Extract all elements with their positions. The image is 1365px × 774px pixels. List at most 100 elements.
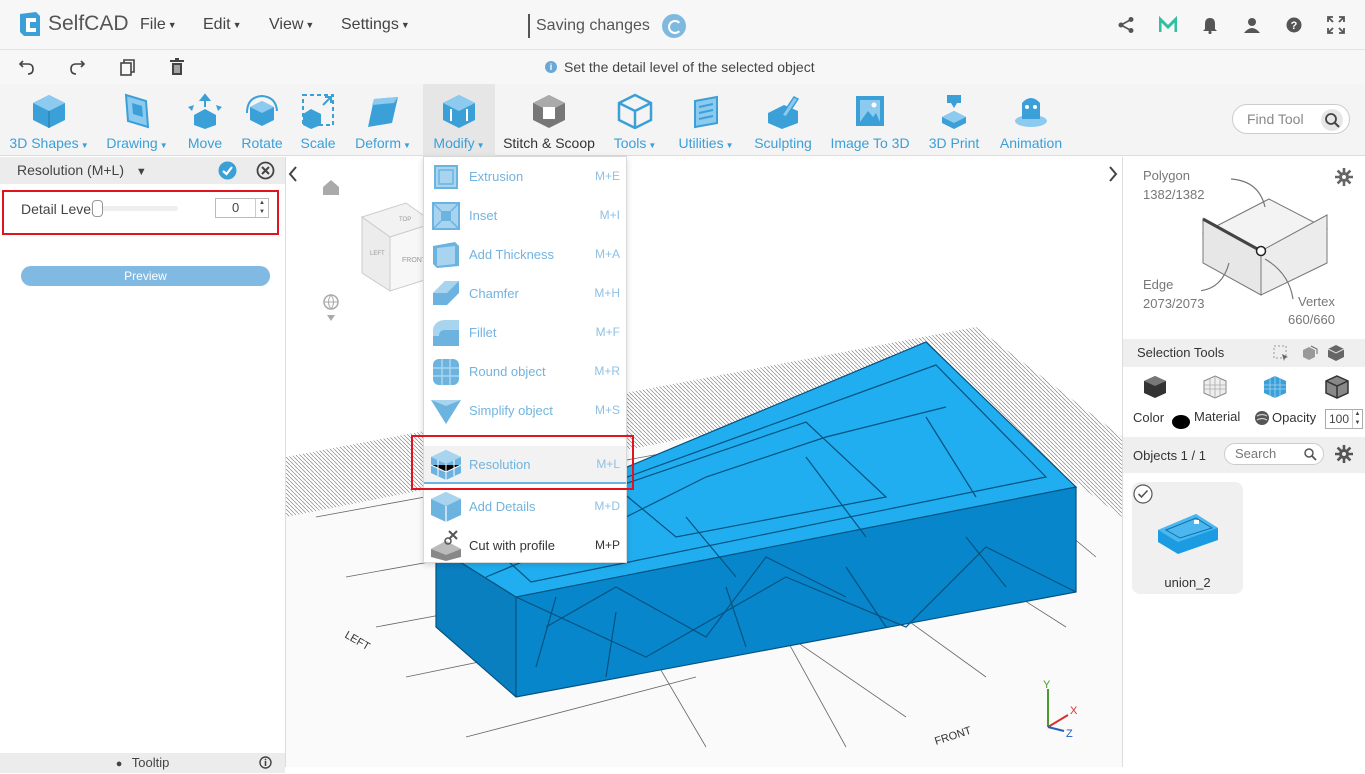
menu-item-shortcut: M+R xyxy=(594,364,620,378)
tool-image-to-3d[interactable]: Image To 3D xyxy=(829,84,911,156)
detail-level-slider-thumb[interactable] xyxy=(92,200,103,217)
model-window-cutout xyxy=(828,253,868,302)
search-icon[interactable] xyxy=(1303,447,1317,461)
menu-item-simplify-object[interactable]: Simplify object M+S xyxy=(424,391,626,429)
user-icon[interactable] xyxy=(1241,14,1263,36)
preview-button[interactable]: Preview xyxy=(21,266,270,286)
bell-icon[interactable] xyxy=(1199,14,1221,36)
menu-item-extrusion[interactable]: Extrusion M+E xyxy=(424,157,626,195)
object-mode-icon[interactable] xyxy=(1143,375,1167,399)
confirm-icon[interactable] xyxy=(218,161,237,180)
objects-settings-icon[interactable] xyxy=(1335,445,1353,463)
detail-level-slider[interactable] xyxy=(96,206,178,211)
tooltip-info-icon[interactable] xyxy=(259,756,272,769)
menu-item-shortcut: M+H xyxy=(594,286,620,300)
add-thickness-icon xyxy=(433,242,459,268)
top-right-icons: ? xyxy=(1115,14,1347,36)
tool-rotate[interactable]: Rotate xyxy=(241,84,283,156)
tool-tools[interactable]: Tools ▼ xyxy=(612,84,658,156)
material-sphere-icon[interactable] xyxy=(1254,410,1270,426)
tool-scale[interactable]: Scale xyxy=(300,84,336,156)
redo-icon[interactable] xyxy=(68,58,86,76)
box-select-icon[interactable] xyxy=(1273,345,1289,361)
objects-search-input[interactable]: Search xyxy=(1224,443,1324,465)
caret-down-icon: ▼ xyxy=(648,141,657,150)
menu-item-shortcut: M+E xyxy=(594,169,620,183)
tool-panel-header: Resolution (M+L) ▼ xyxy=(0,157,285,184)
caret-down-icon: ▼ xyxy=(167,19,177,30)
collapse-arrow-icon[interactable]: ▼ xyxy=(136,166,147,178)
menu-item-round-object[interactable]: Round object M+R xyxy=(424,352,626,390)
menu-item-cut-with-profile[interactable]: Cut with profile M+P xyxy=(424,526,626,564)
tool-utilities[interactable]: Utilities ▼ xyxy=(676,84,736,156)
checkmark-icon[interactable] xyxy=(1133,484,1153,504)
tool-sculpting[interactable]: Sculpting xyxy=(752,84,814,156)
opacity-input[interactable]: 100 ▲ ▼ xyxy=(1325,409,1363,429)
detail-level-input[interactable]: 0 ▲ ▼ xyxy=(215,198,269,218)
menu-item-inset[interactable]: Inset M+I xyxy=(424,196,626,234)
objects-search-placeholder: Search xyxy=(1235,446,1277,461)
menu-item-shortcut: M+A xyxy=(594,247,620,261)
collapse-left-icon[interactable] xyxy=(288,166,297,182)
menu-edit[interactable]: Edit ▼ xyxy=(203,16,242,34)
home-icon[interactable] xyxy=(323,180,339,195)
select-connected-icon[interactable] xyxy=(1301,344,1319,362)
selfcad-logo[interactable]: SelfCAD xyxy=(16,10,129,38)
delete-icon[interactable] xyxy=(168,58,186,76)
copy-icon[interactable] xyxy=(118,58,136,76)
search-icon[interactable] xyxy=(1321,109,1343,131)
tool-move[interactable]: Move xyxy=(186,84,224,156)
menu-item-add-details[interactable]: Add Details M+D xyxy=(424,487,626,525)
menu-item-chamfer[interactable]: Chamfer M+H xyxy=(424,274,626,312)
face-mode-icon[interactable] xyxy=(1263,375,1287,399)
menu-item-fillet[interactable]: Fillet M+F xyxy=(424,313,626,351)
select-all-icon[interactable] xyxy=(1327,344,1345,362)
tooltip-bar[interactable]: ● Tooltip xyxy=(0,753,285,773)
simplify-object-icon xyxy=(431,400,461,424)
tool-drawing[interactable]: Drawing ▼ xyxy=(104,84,170,156)
globe-icon[interactable] xyxy=(323,294,339,321)
tool-animation-label: Animation xyxy=(999,135,1063,151)
menu-view[interactable]: View ▼ xyxy=(269,16,314,34)
undo-icon[interactable] xyxy=(18,58,36,76)
menu-item-label: Cut with profile xyxy=(469,537,555,553)
tool-modify[interactable]: Modify ▼ xyxy=(423,84,495,156)
tool-3d-print[interactable]: 3D Print xyxy=(927,84,981,156)
add-details-icon xyxy=(431,492,461,522)
vertex-mode-icon[interactable] xyxy=(1203,375,1227,399)
mesh-selection-cube[interactable] xyxy=(1201,171,1331,301)
spinner-arrows-icon[interactable]: ▲ ▼ xyxy=(1352,410,1362,428)
color-swatch[interactable] xyxy=(1172,415,1190,429)
find-tool-input[interactable]: Find Tool xyxy=(1232,104,1350,134)
collapse-right-icon[interactable] xyxy=(1109,166,1118,182)
sculpting-icon xyxy=(768,96,800,129)
tool-animation[interactable]: Animation xyxy=(997,84,1065,156)
m-app-icon[interactable] xyxy=(1157,14,1179,36)
tool-deform[interactable]: Deform ▼ xyxy=(353,84,413,156)
color-label: Color xyxy=(1133,410,1165,425)
action-row: i Set the detail level of the selected o… xyxy=(0,50,1365,84)
edge-mode-icon[interactable] xyxy=(1325,375,1349,399)
menu-item-label: Fillet xyxy=(469,324,497,340)
selection-tools-label: Selection Tools xyxy=(1137,345,1225,360)
menu-file-label: File xyxy=(140,16,166,33)
gear-icon[interactable] xyxy=(1335,168,1353,186)
spinner-arrows-icon[interactable]: ▲ ▼ xyxy=(255,199,268,217)
close-icon[interactable] xyxy=(256,161,275,180)
polygon-label: Polygon xyxy=(1143,168,1190,183)
opacity-label: Opacity xyxy=(1272,410,1317,425)
share-icon[interactable] xyxy=(1115,14,1137,36)
tool-modify-label: Modify xyxy=(433,135,475,151)
menu-item-shortcut: M+D xyxy=(594,499,620,513)
tool-3d-shapes[interactable]: 3D Shapes ▼ xyxy=(9,84,89,156)
menu-item-add-thickness[interactable]: Add Thickness M+A xyxy=(424,235,626,273)
caret-down-icon: ▼ xyxy=(476,141,485,150)
main-toolbar: 3D Shapes ▼ Drawing ▼ Move Rotate Scale De… xyxy=(0,84,1365,156)
menu-settings[interactable]: Settings ▼ xyxy=(341,16,410,34)
extrusion-icon xyxy=(434,165,458,189)
tool-stitch-scoop[interactable]: Stitch & Scoop xyxy=(503,84,595,156)
object-card-union-2[interactable]: union_2 xyxy=(1132,482,1243,594)
fullscreen-icon[interactable] xyxy=(1325,14,1347,36)
menu-file[interactable]: File ▼ xyxy=(140,16,177,34)
help-icon[interactable]: ? xyxy=(1283,14,1305,36)
